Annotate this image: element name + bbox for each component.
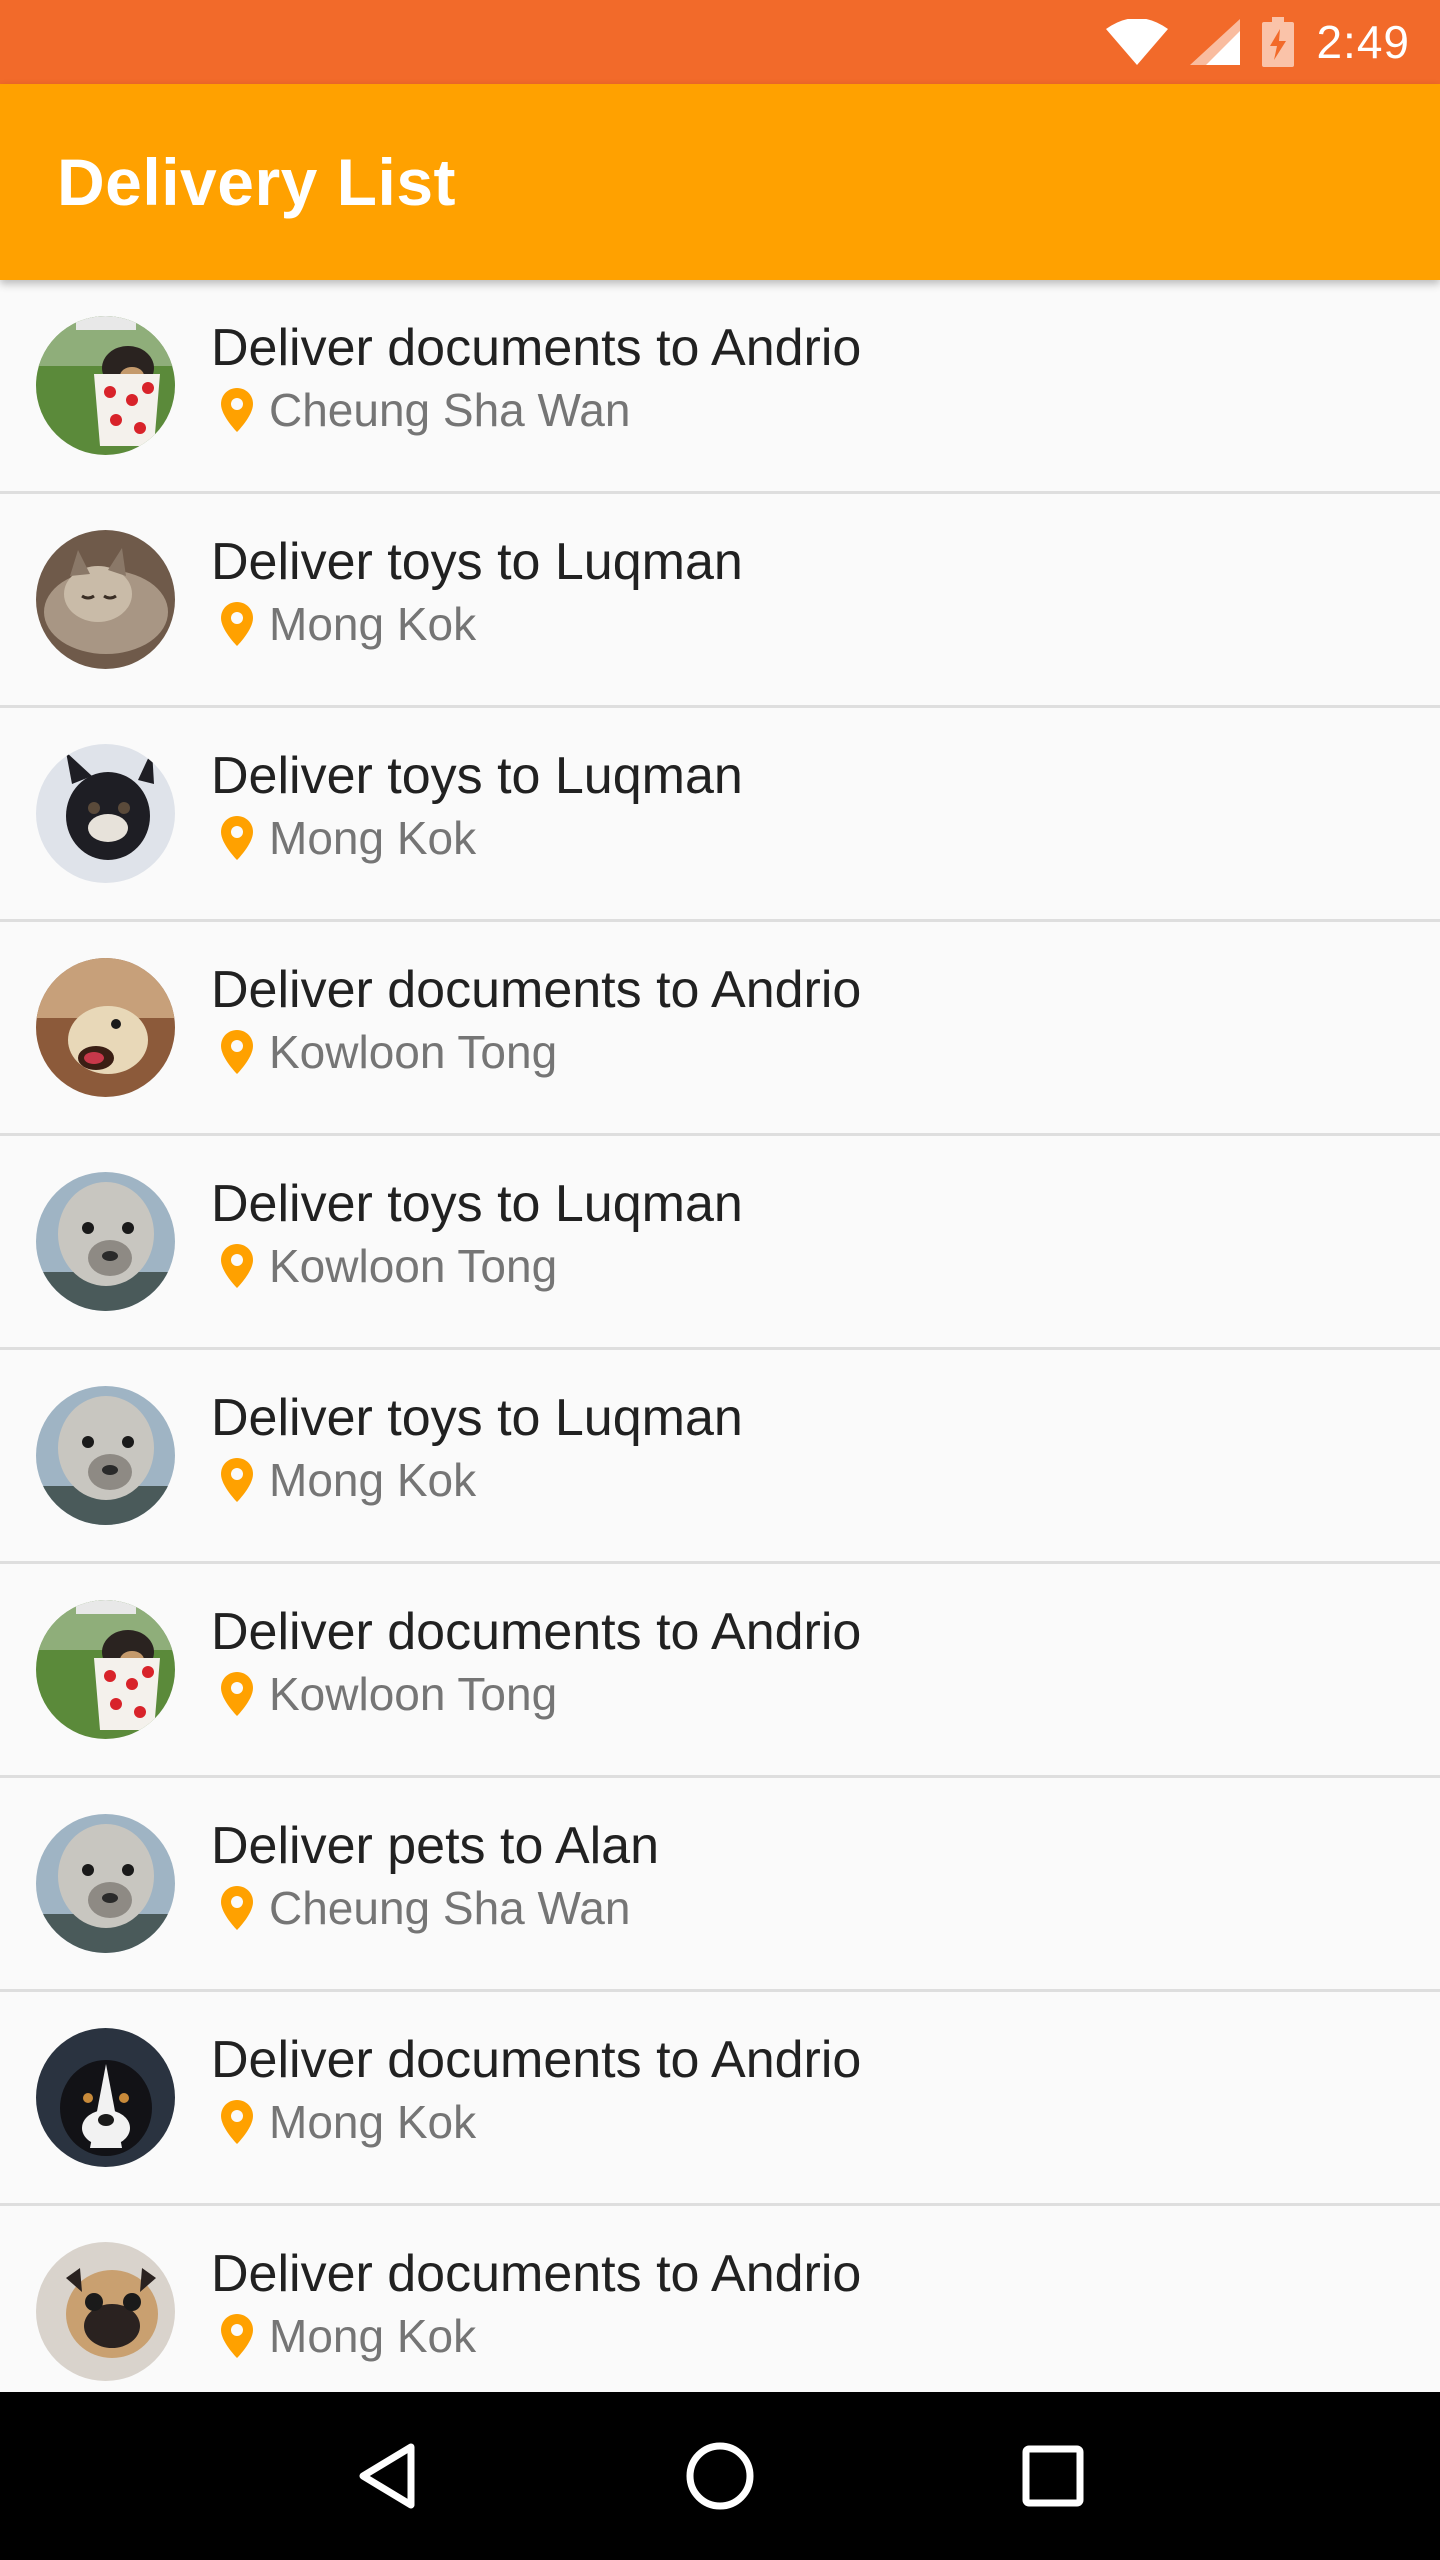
delivery-title: Deliver documents to Andrio [211,2245,862,2303]
delivery-location: Kowloon Tong [269,1668,558,1720]
back-button[interactable] [327,2416,447,2536]
delivery-title: Deliver documents to Andrio [211,961,862,1019]
delivery-location: Cheung Sha Wan [269,1882,631,1934]
location-pin-icon [221,2314,253,2358]
app-bar: Delivery List [0,84,1440,280]
avatar [36,1814,175,1953]
location-pin-icon [221,1244,253,1288]
delivery-text: Deliver documents to Andrio Mong Kok [211,2030,861,2150]
home-icon [686,2442,754,2510]
navigation-bar [0,2392,1440,2560]
home-button[interactable] [660,2416,780,2536]
delivery-list-item[interactable]: Deliver documents to Andrio Kowloon Tong [0,1564,1440,1778]
delivery-text: Deliver documents to Andrio Mong Kok [211,2244,861,2364]
delivery-list: Deliver documents to Andrio Cheung Sha Wa… [0,280,1440,2392]
delivery-title: Deliver toys to Luqman [211,747,743,805]
delivery-list-item[interactable]: Deliver toys to Luqman Mong Kok [0,1350,1440,1564]
avatar [36,2028,175,2167]
delivery-title: Deliver toys to Luqman [211,533,743,591]
delivery-location-row: Mong Kok [221,2094,861,2150]
location-pin-icon [221,1458,253,1502]
delivery-location: Kowloon Tong [269,1026,558,1078]
delivery-location-row: Cheung Sha Wan [221,1880,659,1936]
delivery-title: Deliver toys to Luqman [211,1389,743,1447]
delivery-list-item[interactable]: Deliver toys to Luqman Kowloon Tong [0,1136,1440,1350]
delivery-list-item[interactable]: Deliver toys to Luqman Mong Kok [0,494,1440,708]
delivery-title: Deliver documents to Andrio [211,1603,862,1661]
location-pin-icon [221,2100,253,2144]
delivery-location: Kowloon Tong [269,1240,558,1292]
delivery-text: Deliver toys to Luqman Mong Kok [211,1388,743,1508]
avatar [36,530,175,669]
delivery-title: Deliver pets to Alan [211,1817,660,1875]
back-icon [359,2443,415,2509]
delivery-location-row: Mong Kok [221,2308,861,2364]
avatar [36,958,175,1097]
delivery-location-row: Kowloon Tong [221,1238,743,1294]
delivery-location-row: Mong Kok [221,1452,743,1508]
delivery-location-row: Cheung Sha Wan [221,382,861,438]
delivery-location: Mong Kok [269,598,477,650]
recents-button[interactable] [993,2416,1113,2536]
delivery-location: Cheung Sha Wan [269,384,631,436]
location-pin-icon [221,1030,253,1074]
status-bar: 2:49 [0,0,1440,84]
battery-charging-icon [1262,17,1295,67]
delivery-list-item[interactable]: Deliver toys to Luqman Mong Kok [0,708,1440,922]
delivery-list-item[interactable]: Deliver documents to Andrio Mong Kok [0,1992,1440,2206]
location-pin-icon [221,1672,253,1716]
delivery-list-item[interactable]: Deliver documents to Andrio Kowloon Tong [0,922,1440,1136]
delivery-text: Deliver toys to Luqman Kowloon Tong [211,1174,743,1294]
status-time: 2:49 [1316,16,1410,68]
delivery-text: Deliver documents to Andrio Kowloon Tong [211,1602,861,1722]
delivery-location: Mong Kok [269,1454,477,1506]
delivery-list-item[interactable]: Deliver documents to Andrio Cheung Sha Wa… [0,280,1440,494]
avatar [36,1386,175,1525]
delivery-location-row: Kowloon Tong [221,1024,861,1080]
delivery-text: Deliver documents to Andrio Cheung Sha Wa… [211,318,861,438]
delivery-location: Mong Kok [269,2096,477,2148]
delivery-title: Deliver documents to Andrio [211,319,862,377]
location-pin-icon [221,602,253,646]
page-title: Delivery List [57,145,457,219]
delivery-title: Deliver documents to Andrio [211,2031,862,2089]
delivery-list-item[interactable]: Deliver documents to Andrio Mong Kok [0,2206,1440,2392]
delivery-text: Deliver documents to Andrio Kowloon Tong [211,960,861,1080]
delivery-location-row: Kowloon Tong [221,1666,861,1722]
delivery-location-row: Mong Kok [221,596,743,652]
delivery-title: Deliver toys to Luqman [211,1175,743,1233]
delivery-location: Mong Kok [269,812,477,864]
delivery-text: Deliver toys to Luqman Mong Kok [211,532,743,652]
delivery-text: Deliver toys to Luqman Mong Kok [211,746,743,866]
location-pin-icon [221,816,253,860]
avatar [36,316,175,455]
avatar [36,1600,175,1739]
avatar [36,1172,175,1311]
wifi-icon [1106,19,1169,65]
avatar [36,744,175,883]
delivery-text: Deliver pets to Alan Cheung Sha Wan [211,1816,659,1936]
location-pin-icon [221,1886,253,1930]
delivery-location-row: Mong Kok [221,810,743,866]
avatar [36,2242,175,2381]
cell-signal-icon [1190,19,1241,65]
location-pin-icon [221,388,253,432]
recents-icon [1022,2445,1084,2507]
delivery-location: Mong Kok [269,2310,477,2362]
delivery-list-item[interactable]: Deliver pets to Alan Cheung Sha Wan [0,1778,1440,1992]
